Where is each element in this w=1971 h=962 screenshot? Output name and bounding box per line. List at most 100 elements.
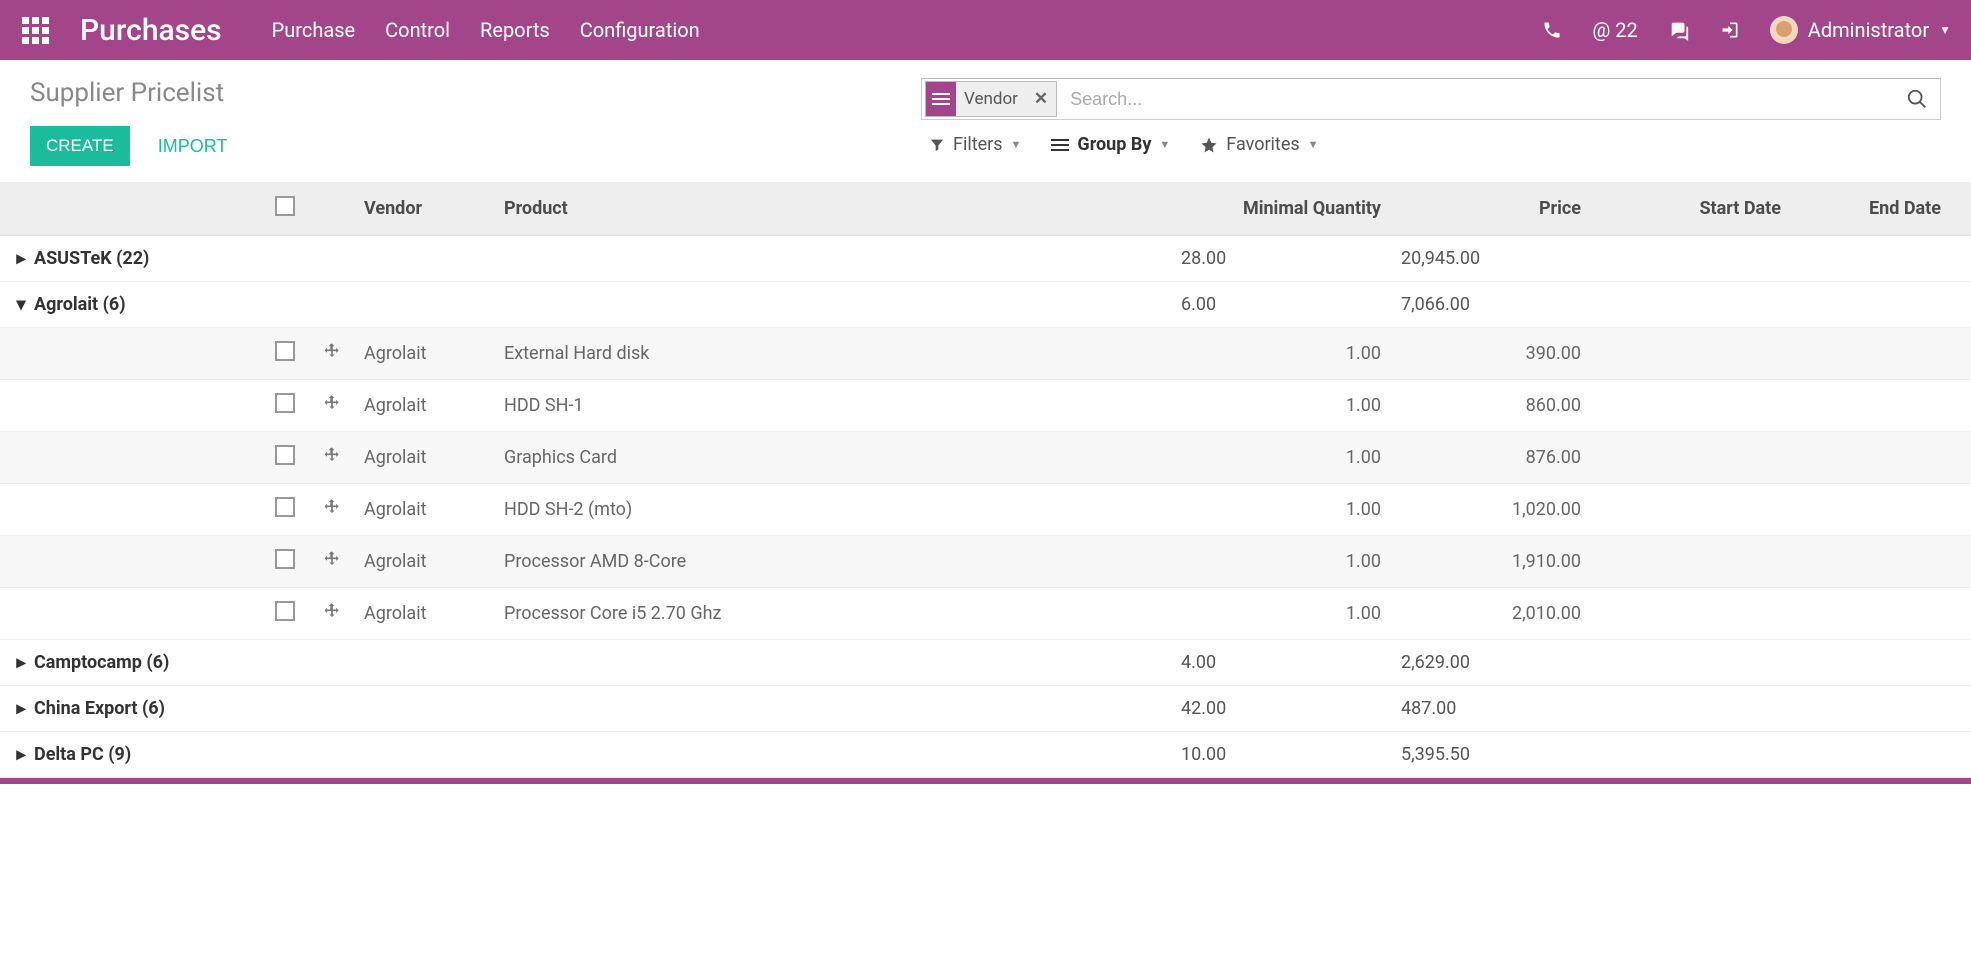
cell-product: Processor Core i5 2.70 Ghz [494,588,1171,640]
group-name: Camptocamp (6) [34,652,169,673]
drag-handle-icon[interactable] [320,392,344,416]
at-icon: @ 22 [1592,18,1637,42]
row-checkbox[interactable] [275,497,295,517]
cell-product: Processor AMD 8-Core [494,536,1171,588]
table-row[interactable]: AgrolaitExternal Hard disk1.00390.00 [0,328,1971,380]
page-title: Supplier Pricelist [30,78,227,108]
col-start-date[interactable]: Start Date [1591,182,1791,236]
group-qty: 6.00 [1171,282,1391,328]
search-facet-vendor: Vendor ✕ [925,81,1057,117]
cell-qty: 1.00 [1171,588,1391,640]
group-row[interactable]: ▾Agrolait (6)6.007,066.00 [0,282,1971,328]
main-menu: Purchase Control Reports Configuration [272,18,700,42]
signout-icon[interactable] [1720,20,1740,40]
group-price: 5,395.50 [1391,732,1591,778]
cell-qty: 1.00 [1171,328,1391,380]
caret-right-icon: ▸ [14,652,28,673]
cell-price: 876.00 [1391,432,1591,484]
group-row[interactable]: ▸ASUSTeK (22)28.0020,945.00 [0,236,1971,282]
search-tools: Filters ▼ Group By ▼ Favorites ▼ [921,134,1941,155]
filters-menu[interactable]: Filters ▼ [929,134,1021,155]
search-icon[interactable] [1900,88,1934,110]
col-vendor[interactable]: Vendor [354,182,494,236]
groupby-label: Group By [1077,134,1151,155]
facet-label: Vendor [956,89,1026,109]
group-qty: 4.00 [1171,640,1391,686]
row-checkbox[interactable] [275,549,295,569]
pricelist-table: Vendor Product Minimal Quantity Price St… [0,182,1971,778]
col-checkbox [260,182,310,236]
caret-down-icon: ▾ [14,294,28,315]
menu-control[interactable]: Control [385,18,450,42]
favorites-menu[interactable]: Favorites ▼ [1200,134,1318,155]
col-end-date[interactable]: End Date [1791,182,1971,236]
caret-down-icon: ▼ [1308,138,1319,151]
table-row[interactable]: AgrolaitProcessor Core i5 2.70 Ghz1.002,… [0,588,1971,640]
cell-product: External Hard disk [494,328,1171,380]
group-qty: 10.00 [1171,732,1391,778]
col-product[interactable]: Product [494,182,1171,236]
list-view: Vendor Product Minimal Quantity Price St… [0,176,1971,778]
footer-accent [0,778,1971,784]
control-panel: Supplier Pricelist CREATE IMPORT Vendor … [0,60,1971,176]
select-all-checkbox[interactable] [275,196,295,216]
messaging-counter[interactable]: @ 22 [1592,18,1637,42]
col-min-qty[interactable]: Minimal Quantity [1171,182,1391,236]
search-bar[interactable]: Vendor ✕ [921,78,1941,120]
groupby-menu[interactable]: Group By ▼ [1051,134,1170,155]
col-price[interactable]: Price [1391,182,1591,236]
table-row[interactable]: AgrolaitGraphics Card1.00876.00 [0,432,1971,484]
row-checkbox[interactable] [275,393,295,413]
cell-qty: 1.00 [1171,484,1391,536]
user-menu[interactable]: Administrator ▼ [1770,16,1951,44]
cell-price: 1,910.00 [1391,536,1591,588]
create-button[interactable]: CREATE [30,126,130,166]
brand[interactable]: Purchases [80,13,222,48]
cell-price: 860.00 [1391,380,1591,432]
cell-qty: 1.00 [1171,536,1391,588]
button-row: CREATE IMPORT [30,126,227,166]
cell-price: 390.00 [1391,328,1591,380]
cell-vendor: Agrolait [354,328,494,380]
menu-reports[interactable]: Reports [480,18,550,42]
search-input[interactable] [1060,89,1900,110]
filters-label: Filters [953,134,1003,155]
row-checkbox[interactable] [275,601,295,621]
cell-product: HDD SH-2 (mto) [494,484,1171,536]
drag-handle-icon[interactable] [320,340,344,364]
menu-configuration[interactable]: Configuration [580,18,700,42]
chat-icon[interactable] [1668,19,1690,41]
facet-remove[interactable]: ✕ [1026,89,1056,109]
apps-icon[interactable] [10,0,60,60]
table-row[interactable]: AgrolaitProcessor AMD 8-Core1.001,910.00 [0,536,1971,588]
import-button[interactable]: IMPORT [158,136,228,157]
drag-handle-icon[interactable] [320,444,344,468]
row-checkbox[interactable] [275,341,295,361]
drag-handle-icon[interactable] [320,600,344,624]
phone-icon[interactable] [1542,20,1562,40]
group-row[interactable]: ▸Camptocamp (6)4.002,629.00 [0,640,1971,686]
cell-vendor: Agrolait [354,588,494,640]
control-right: Vendor ✕ Filters ▼ Group By ▼ Favorites [921,78,1941,155]
cell-price: 2,010.00 [1391,588,1591,640]
group-row[interactable]: ▸ Delta PC (9) 10.005,395.50 [0,732,1971,778]
group-qty: 28.00 [1171,236,1391,282]
group-name: ASUSTeK (22) [34,248,149,269]
table-row[interactable]: AgrolaitHDD SH-11.00860.00 [0,380,1971,432]
menu-purchase[interactable]: Purchase [272,18,356,42]
row-checkbox[interactable] [275,445,295,465]
caret-right-icon: ▸ [14,744,28,765]
table-row[interactable]: AgrolaitHDD SH-2 (mto)1.001,020.00 [0,484,1971,536]
group-row[interactable]: ▸China Export (6)42.00487.00 [0,686,1971,732]
group-name: Delta PC (9) [34,744,131,765]
avatar [1770,16,1798,44]
cell-vendor: Agrolait [354,432,494,484]
nav-left: Purchases Purchase Control Reports Confi… [10,0,700,60]
favorites-label: Favorites [1226,134,1299,155]
group-name: China Export (6) [34,698,165,719]
caret-right-icon: ▸ [14,248,28,269]
drag-handle-icon[interactable] [320,496,344,520]
drag-handle-icon[interactable] [320,548,344,572]
caret-down-icon: ▼ [1011,138,1022,151]
cell-qty: 1.00 [1171,380,1391,432]
